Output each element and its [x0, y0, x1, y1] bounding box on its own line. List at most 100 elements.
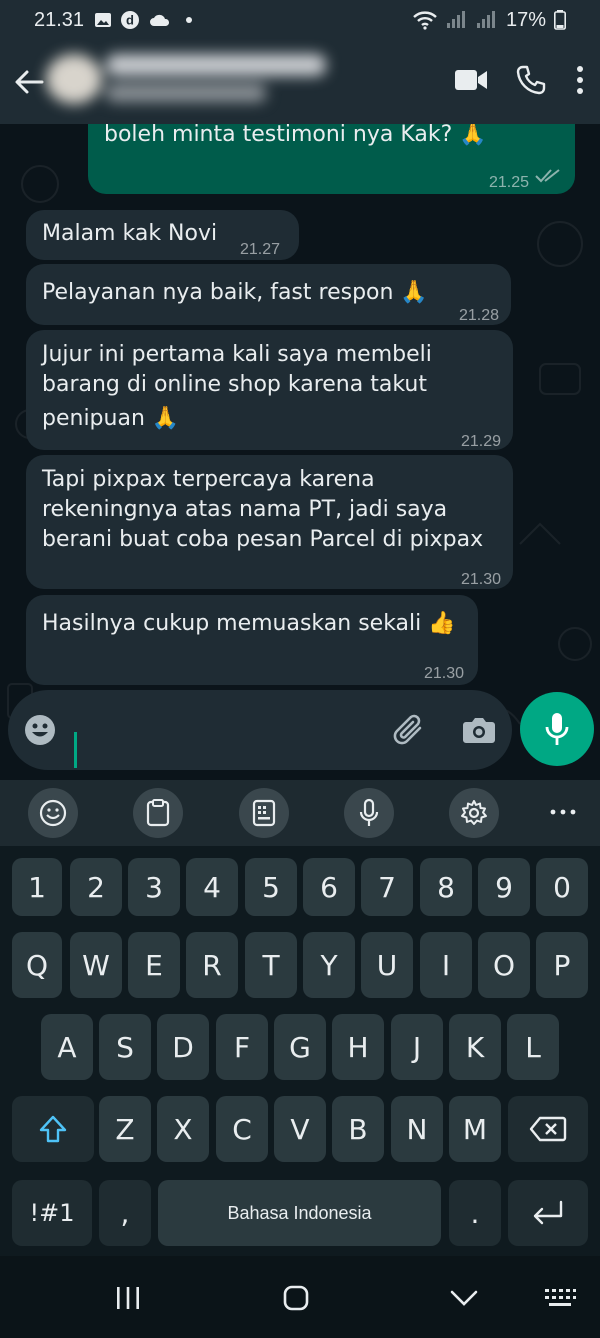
- key-j[interactable]: J: [391, 1014, 443, 1080]
- message-line: Tapi pixpax terpercaya karena: [42, 467, 375, 492]
- contact-name-blurred: [106, 54, 326, 76]
- key-u[interactable]: U: [361, 932, 413, 998]
- message-bubble-incoming[interactable]: Jujur ini pertama kali saya membeli bara…: [26, 330, 513, 450]
- mic-icon: [359, 798, 379, 826]
- status-bar: 21.31 d 17%: [0, 0, 600, 40]
- message-bubble-incoming[interactable]: Pelayanan nya baik, fast respon 🙏 21.28: [26, 264, 511, 325]
- key-5[interactable]: 5: [245, 858, 297, 916]
- camera-button[interactable]: [462, 716, 496, 748]
- comma-key[interactable]: ,: [99, 1180, 151, 1246]
- symbols-key[interactable]: !#1: [12, 1180, 92, 1246]
- dot-icon: [186, 17, 193, 23]
- kb-more-button[interactable]: [550, 800, 576, 828]
- gallery-icon: [95, 13, 112, 27]
- read-ticks-icon: [535, 169, 560, 183]
- message-text: Hasilnya cukup memuaskan sekali 👍: [42, 611, 456, 636]
- video-call-button[interactable]: [454, 68, 488, 96]
- message-bubble-incoming[interactable]: Malam kak Novi 21.27: [26, 210, 299, 260]
- contact-info-blurred[interactable]: [40, 46, 340, 112]
- message-bubble-incoming[interactable]: Tapi pixpax terpercaya karena rekeningny…: [26, 455, 513, 589]
- key-v[interactable]: V: [274, 1096, 326, 1162]
- key-m[interactable]: M: [449, 1096, 501, 1162]
- key-9[interactable]: 9: [478, 858, 530, 916]
- message-time: 21.27: [240, 241, 281, 258]
- kb-settings-button[interactable]: [449, 788, 499, 838]
- shift-key[interactable]: [12, 1096, 94, 1162]
- keyboard-icon: [252, 799, 276, 827]
- home-icon: [283, 1285, 309, 1311]
- key-h[interactable]: H: [332, 1014, 384, 1080]
- video-call-icon: [455, 70, 487, 90]
- message-time: 21.29: [460, 433, 501, 450]
- key-b[interactable]: B: [332, 1096, 384, 1162]
- phone-icon: [516, 65, 546, 95]
- keyboard: 1 2 3 4 5 6 7 8 9 0 Q W E R T Y U I O P …: [0, 846, 600, 1256]
- key-p[interactable]: P: [536, 932, 588, 998]
- key-8[interactable]: 8: [420, 858, 472, 916]
- key-6[interactable]: 6: [303, 858, 355, 916]
- back-nav-button[interactable]: [434, 1276, 494, 1320]
- key-d[interactable]: D: [157, 1014, 209, 1080]
- key-1[interactable]: 1: [12, 858, 62, 916]
- key-g[interactable]: G: [274, 1014, 326, 1080]
- key-y[interactable]: Y: [303, 932, 355, 998]
- battery-icon: [554, 10, 566, 30]
- key-x[interactable]: X: [157, 1096, 209, 1162]
- key-c[interactable]: C: [216, 1096, 268, 1162]
- key-o[interactable]: O: [478, 932, 530, 998]
- message-line: penipuan 🙏: [42, 406, 180, 431]
- message-line: Jujur ini pertama kali saya membeli: [42, 342, 432, 367]
- key-i[interactable]: I: [420, 932, 472, 998]
- message-bubble-outgoing[interactable]: boleh minta testimoni nya Kak? 🙏 21.25: [88, 124, 575, 194]
- message-input-bar: [8, 690, 512, 770]
- recent-apps-icon: [117, 1287, 139, 1309]
- key-q[interactable]: Q: [12, 932, 62, 998]
- attach-button[interactable]: [392, 712, 428, 752]
- mic-icon: [545, 713, 569, 745]
- key-3[interactable]: 3: [128, 858, 180, 916]
- message-input[interactable]: [68, 702, 368, 768]
- key-e[interactable]: E: [128, 932, 180, 998]
- home-button[interactable]: [266, 1276, 326, 1320]
- key-n[interactable]: N: [391, 1096, 443, 1162]
- battery-percent: 17%: [505, 8, 546, 31]
- key-z[interactable]: Z: [99, 1096, 151, 1162]
- voice-record-button[interactable]: [520, 692, 594, 766]
- key-k[interactable]: K: [449, 1014, 501, 1080]
- voice-call-button[interactable]: [516, 65, 546, 99]
- period-key[interactable]: .: [449, 1180, 501, 1246]
- keyboard-switch-button[interactable]: [530, 1276, 590, 1320]
- key-s[interactable]: S: [99, 1014, 151, 1080]
- kb-emoji-button[interactable]: [28, 788, 78, 838]
- key-7[interactable]: 7: [361, 858, 413, 916]
- camera-icon: [463, 718, 495, 743]
- key-0[interactable]: 0: [536, 858, 588, 916]
- enter-icon: [533, 1200, 563, 1225]
- message-bubble-incoming[interactable]: Hasilnya cukup memuaskan sekali 👍 21.30: [26, 595, 478, 685]
- backspace-key[interactable]: [508, 1096, 588, 1162]
- key-2[interactable]: 2: [70, 858, 122, 916]
- key-w[interactable]: W: [70, 932, 122, 998]
- key-r[interactable]: R: [186, 932, 238, 998]
- more-vert-icon: [577, 66, 583, 94]
- message-text: Pelayanan nya baik, fast respon 🙏: [42, 280, 428, 305]
- key-f[interactable]: F: [216, 1014, 268, 1080]
- emoji-icon: [39, 799, 67, 827]
- kb-keyboard-mode-button[interactable]: [239, 788, 289, 838]
- key-t[interactable]: T: [245, 932, 297, 998]
- kb-clipboard-button[interactable]: [133, 788, 183, 838]
- space-key[interactable]: Bahasa Indonesia: [158, 1180, 441, 1246]
- message-time: 21.25: [488, 174, 529, 191]
- wifi-icon: [413, 11, 437, 30]
- chevron-down-icon: [450, 1290, 478, 1306]
- more-options-button[interactable]: [574, 65, 586, 99]
- key-l[interactable]: L: [507, 1014, 559, 1080]
- key-a[interactable]: A: [41, 1014, 93, 1080]
- clipboard-icon: [146, 799, 170, 827]
- recent-apps-button[interactable]: [98, 1276, 158, 1320]
- enter-key[interactable]: [508, 1180, 588, 1246]
- key-4[interactable]: 4: [186, 858, 238, 916]
- message-time: 21.28: [458, 307, 499, 324]
- kb-voice-input-button[interactable]: [344, 788, 394, 838]
- emoji-button[interactable]: [24, 714, 56, 750]
